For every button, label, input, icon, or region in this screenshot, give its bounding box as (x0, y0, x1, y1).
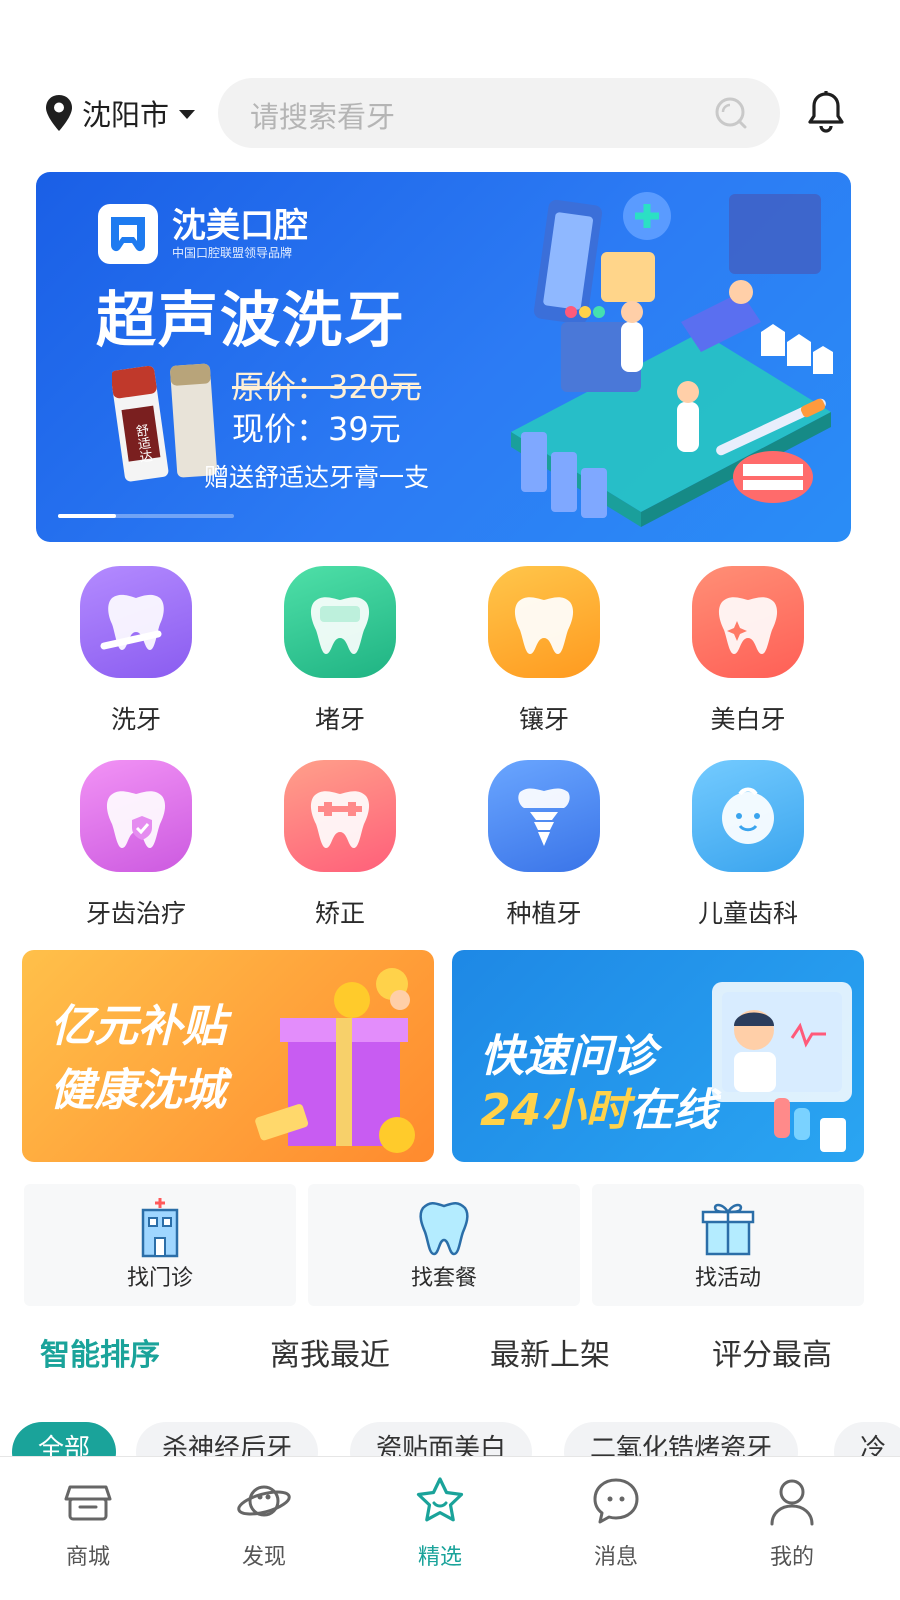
finder-label: 找套餐 (410, 1266, 477, 1291)
tooth-crown-icon (488, 566, 600, 678)
category-label: 美白牙 (710, 705, 786, 734)
brand-subtitle: 中国口腔联盟领导品牌 (172, 245, 293, 260)
baby-face-icon (692, 760, 804, 872)
city-label: 沈阳市 (82, 98, 170, 132)
tab-label: 消息 (593, 1545, 638, 1570)
tab-mall[interactable]: 商城 (28, 1475, 148, 1571)
category-label: 牙齿治疗 (85, 899, 186, 928)
consult-promo-card[interactable]: 快速问诊 24小时在线 (452, 950, 864, 1162)
bell-icon[interactable] (806, 90, 846, 134)
tooth-package-icon (419, 1202, 469, 1256)
promo-banner[interactable]: 沈美口腔 中国口腔联盟领导品牌 超声波洗牙 舒适达 原价：320元 现价：39元… (36, 172, 851, 542)
tooth-braces-icon (284, 760, 396, 872)
dental-clinic-illustration (511, 192, 833, 527)
sort-rating[interactable]: 评分最高 (712, 1330, 832, 1374)
chip-all[interactable]: 全部 (12, 1422, 117, 1456)
tab-profile[interactable]: 我的 (732, 1475, 852, 1571)
sort-nearest[interactable]: 离我最近 (270, 1330, 390, 1374)
search-bar[interactable]: 请搜索看牙 (218, 78, 780, 148)
planet-icon (237, 1485, 291, 1517)
search-placeholder: 请搜索看牙 (250, 100, 396, 134)
finder-label: 找门诊 (126, 1266, 193, 1291)
chat-bubble-icon (593, 1478, 639, 1524)
sort-bar: 智能排序 离我最近 最新上架 评分最高 (0, 1330, 900, 1380)
sort-smart[interactable]: 智能排序 (40, 1330, 160, 1374)
category-item-orthodontics[interactable]: 矫正 (260, 760, 420, 930)
chevron-down-icon (179, 109, 196, 119)
search-icon (715, 97, 747, 129)
chip-filter[interactable]: 冷 (834, 1422, 900, 1456)
original-price: 原价：320元 (232, 368, 422, 406)
tooth-filling-icon (284, 566, 396, 678)
location-selector[interactable]: 沈阳市 (44, 92, 196, 134)
star-face-icon (416, 1477, 464, 1522)
user-icon (770, 1479, 814, 1526)
tab-label: 我的 (769, 1545, 814, 1570)
doctor-screen-illustration (712, 982, 852, 1152)
promo-left-line2: 健康沈城 (50, 1065, 226, 1116)
tab-label: 商城 (65, 1545, 110, 1570)
tooth-shield-icon (80, 760, 192, 872)
store-icon (64, 1485, 112, 1521)
category-label: 洗牙 (110, 705, 161, 734)
promo-hours: 24小时 (480, 1085, 630, 1136)
find-activity-button[interactable]: 找活动 (592, 1184, 864, 1306)
carousel-indicator (58, 514, 234, 518)
category-label: 儿童齿科 (697, 899, 798, 928)
finder-label: 找活动 (694, 1266, 761, 1291)
top-header: 沈阳市 请搜索看牙 (0, 78, 900, 148)
subsidy-promo-card[interactable]: 亿元补贴 健康沈城 (22, 950, 434, 1162)
tab-featured[interactable]: 精选 (380, 1475, 500, 1571)
category-label: 镶牙 (518, 705, 569, 734)
category-label: 种植牙 (506, 899, 582, 928)
category-label: 矫正 (314, 899, 365, 928)
brand-block: 沈美口腔 中国口腔联盟领导品牌 (98, 204, 308, 264)
category-item-implant[interactable]: 种植牙 (464, 760, 624, 930)
gift-box-icon (701, 1203, 755, 1256)
category-item-whitening[interactable]: 美白牙 (668, 566, 828, 736)
location-pin-icon (46, 95, 72, 131)
tab-label: 精选 (417, 1545, 462, 1570)
chip-filter[interactable]: 瓷贴面美白 (350, 1422, 533, 1456)
category-item-filling[interactable]: 堵牙 (260, 566, 420, 736)
chip-filter[interactable]: 二氧化锆烤瓷牙 (564, 1422, 799, 1456)
gift-text: 赠送舒适达牙膏一支 (204, 463, 430, 492)
category-item-kids[interactable]: 儿童齿科 (668, 760, 828, 930)
tooth-sparkle-icon (692, 566, 804, 678)
filter-chips: 全部 杀神经后牙 瓷贴面美白 二氧化锆烤瓷牙 冷 (0, 1422, 900, 1456)
brand-name: 沈美口腔 (172, 205, 308, 246)
category-item-treatment[interactable]: 牙齿治疗 (56, 760, 216, 930)
chip-filter[interactable]: 杀神经后牙 (136, 1422, 319, 1456)
category-item-denture[interactable]: 镶牙 (464, 566, 624, 736)
tab-discover[interactable]: 发现 (204, 1475, 324, 1571)
tooth-implant-icon (488, 760, 600, 872)
brand-logo-icon (98, 204, 158, 264)
find-clinic-button[interactable]: 找门诊 (24, 1184, 296, 1306)
clinic-building-icon (141, 1198, 179, 1258)
promo-left-line1: 亿元补贴 (50, 1001, 226, 1052)
tab-label: 发现 (241, 1545, 286, 1570)
current-price: 现价：39元 (232, 410, 401, 448)
sort-newest[interactable]: 最新上架 (490, 1330, 610, 1374)
banner-title: 超声波洗牙 (96, 286, 406, 356)
bottom-tab-bar: 商城 发现 精选 消息 我的 (0, 1456, 900, 1600)
tab-messages[interactable]: 消息 (556, 1475, 676, 1571)
category-item-cleaning[interactable]: 洗牙 (56, 566, 216, 736)
gift-coins-illustration (255, 968, 415, 1153)
find-package-button[interactable]: 找套餐 (308, 1184, 580, 1306)
category-label: 堵牙 (314, 705, 365, 734)
tooth-brush-icon (80, 566, 192, 678)
